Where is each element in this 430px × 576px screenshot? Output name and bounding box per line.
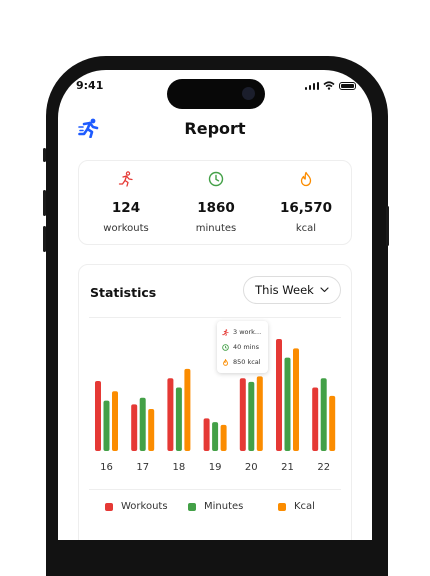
- status-icons: [304, 81, 356, 90]
- phone-volume-down-button: [43, 226, 46, 252]
- legend-minutes-label: Minutes: [204, 501, 244, 512]
- summary-card: 124 workouts 1860 minutes 16,570 kcal: [78, 160, 352, 245]
- tooltip-kcal: 850 kcal: [233, 358, 261, 366]
- bar-minutes-19[interactable]: [212, 422, 219, 451]
- bar-workouts-16[interactable]: [95, 381, 101, 451]
- clock-icon: [208, 171, 224, 187]
- minutes-value: 1860: [197, 200, 235, 216]
- bar-minutes-20[interactable]: [248, 381, 255, 451]
- x-tick-label: 20: [245, 462, 258, 473]
- bar-workouts-18[interactable]: [167, 378, 174, 451]
- bar-kcal-17[interactable]: [148, 409, 155, 451]
- status-time: 9:41: [76, 79, 104, 92]
- workouts-value: 124: [111, 200, 141, 216]
- x-tick-label: 18: [173, 462, 186, 473]
- tooltip-minutes-row: 40 mins: [222, 343, 259, 351]
- workouts-label: workouts: [103, 223, 149, 234]
- legend-workouts-swatch: [105, 502, 113, 511]
- kcal-label: kcal: [295, 223, 317, 234]
- bar-workouts-19[interactable]: [203, 418, 210, 451]
- phone-power-button: [386, 206, 389, 246]
- phone-volume-up-button: [43, 190, 46, 216]
- bar-kcal-18[interactable]: [184, 368, 191, 451]
- dynamic-island: [167, 79, 265, 109]
- summary-minutes: 1860 minutes: [171, 161, 261, 234]
- bar-workouts-20[interactable]: [239, 378, 246, 451]
- chart-tooltip: 3 work... 40 mins 850 kcal: [217, 321, 268, 373]
- statistics-card: Statistics This Week 16 17 18 19 20 21 22 3 wo…: [78, 264, 352, 540]
- legend-minutes-swatch: [188, 502, 196, 511]
- tooltip-workouts-row: 3 work...: [222, 328, 261, 336]
- legend-workouts: Workouts: [105, 501, 168, 512]
- bar-minutes-22[interactable]: [320, 378, 327, 451]
- bar-minutes-17[interactable]: [139, 397, 146, 451]
- x-tick-label: 19: [209, 462, 222, 473]
- x-tick-label: 17: [136, 462, 149, 473]
- flame-icon: [300, 171, 312, 187]
- wifi-icon: [323, 81, 335, 90]
- x-tick-label: 21: [281, 462, 294, 473]
- legend-kcal: Kcal: [278, 501, 315, 512]
- bar-kcal-20[interactable]: [256, 376, 263, 451]
- kcal-value: 16,570: [279, 200, 333, 216]
- app-screen: 9:41 Report 124 workouts 1860 minutes 16…: [58, 70, 372, 540]
- legend-workouts-label: Workouts: [121, 501, 168, 512]
- bar-minutes-18[interactable]: [175, 387, 182, 451]
- bar-workouts-22[interactable]: [312, 387, 319, 451]
- camera-icon: [242, 87, 255, 100]
- tooltip-minutes: 40 mins: [233, 343, 259, 351]
- running-icon: [118, 171, 133, 187]
- page-title: Report: [184, 119, 246, 138]
- x-tick-label: 22: [317, 462, 330, 473]
- summary-workouts: 124 workouts: [81, 161, 171, 234]
- legend-kcal-swatch: [278, 502, 286, 511]
- legend-kcal-label: Kcal: [294, 501, 315, 512]
- flame-icon: [223, 358, 228, 366]
- legend-minutes: Minutes: [188, 501, 243, 512]
- bar-kcal-19[interactable]: [220, 424, 227, 451]
- phone-side-button: [43, 148, 46, 162]
- bar-kcal-22[interactable]: [329, 395, 336, 451]
- statistics-bar-chart: 16 17 18 19 20 21 22: [95, 339, 336, 473]
- running-icon: [222, 328, 229, 336]
- bar-workouts-17[interactable]: [131, 404, 138, 451]
- signal-icon: [304, 81, 319, 90]
- legend-divider: [89, 489, 341, 490]
- tooltip-workouts: 3 work...: [233, 328, 262, 336]
- bar-minutes-16[interactable]: [103, 400, 110, 451]
- tooltip-kcal-row: 850 kcal: [222, 358, 261, 366]
- x-tick-label: 16: [100, 462, 113, 473]
- clock-icon: [222, 343, 229, 351]
- bar-kcal-16[interactable]: [112, 391, 118, 451]
- summary-kcal: 16,570 kcal: [261, 161, 351, 234]
- bar-minutes-21[interactable]: [284, 357, 291, 451]
- bar-kcal-21[interactable]: [293, 348, 299, 451]
- minutes-label: minutes: [195, 223, 237, 234]
- battery-icon: [339, 81, 356, 90]
- bar-workouts-21[interactable]: [276, 339, 282, 451]
